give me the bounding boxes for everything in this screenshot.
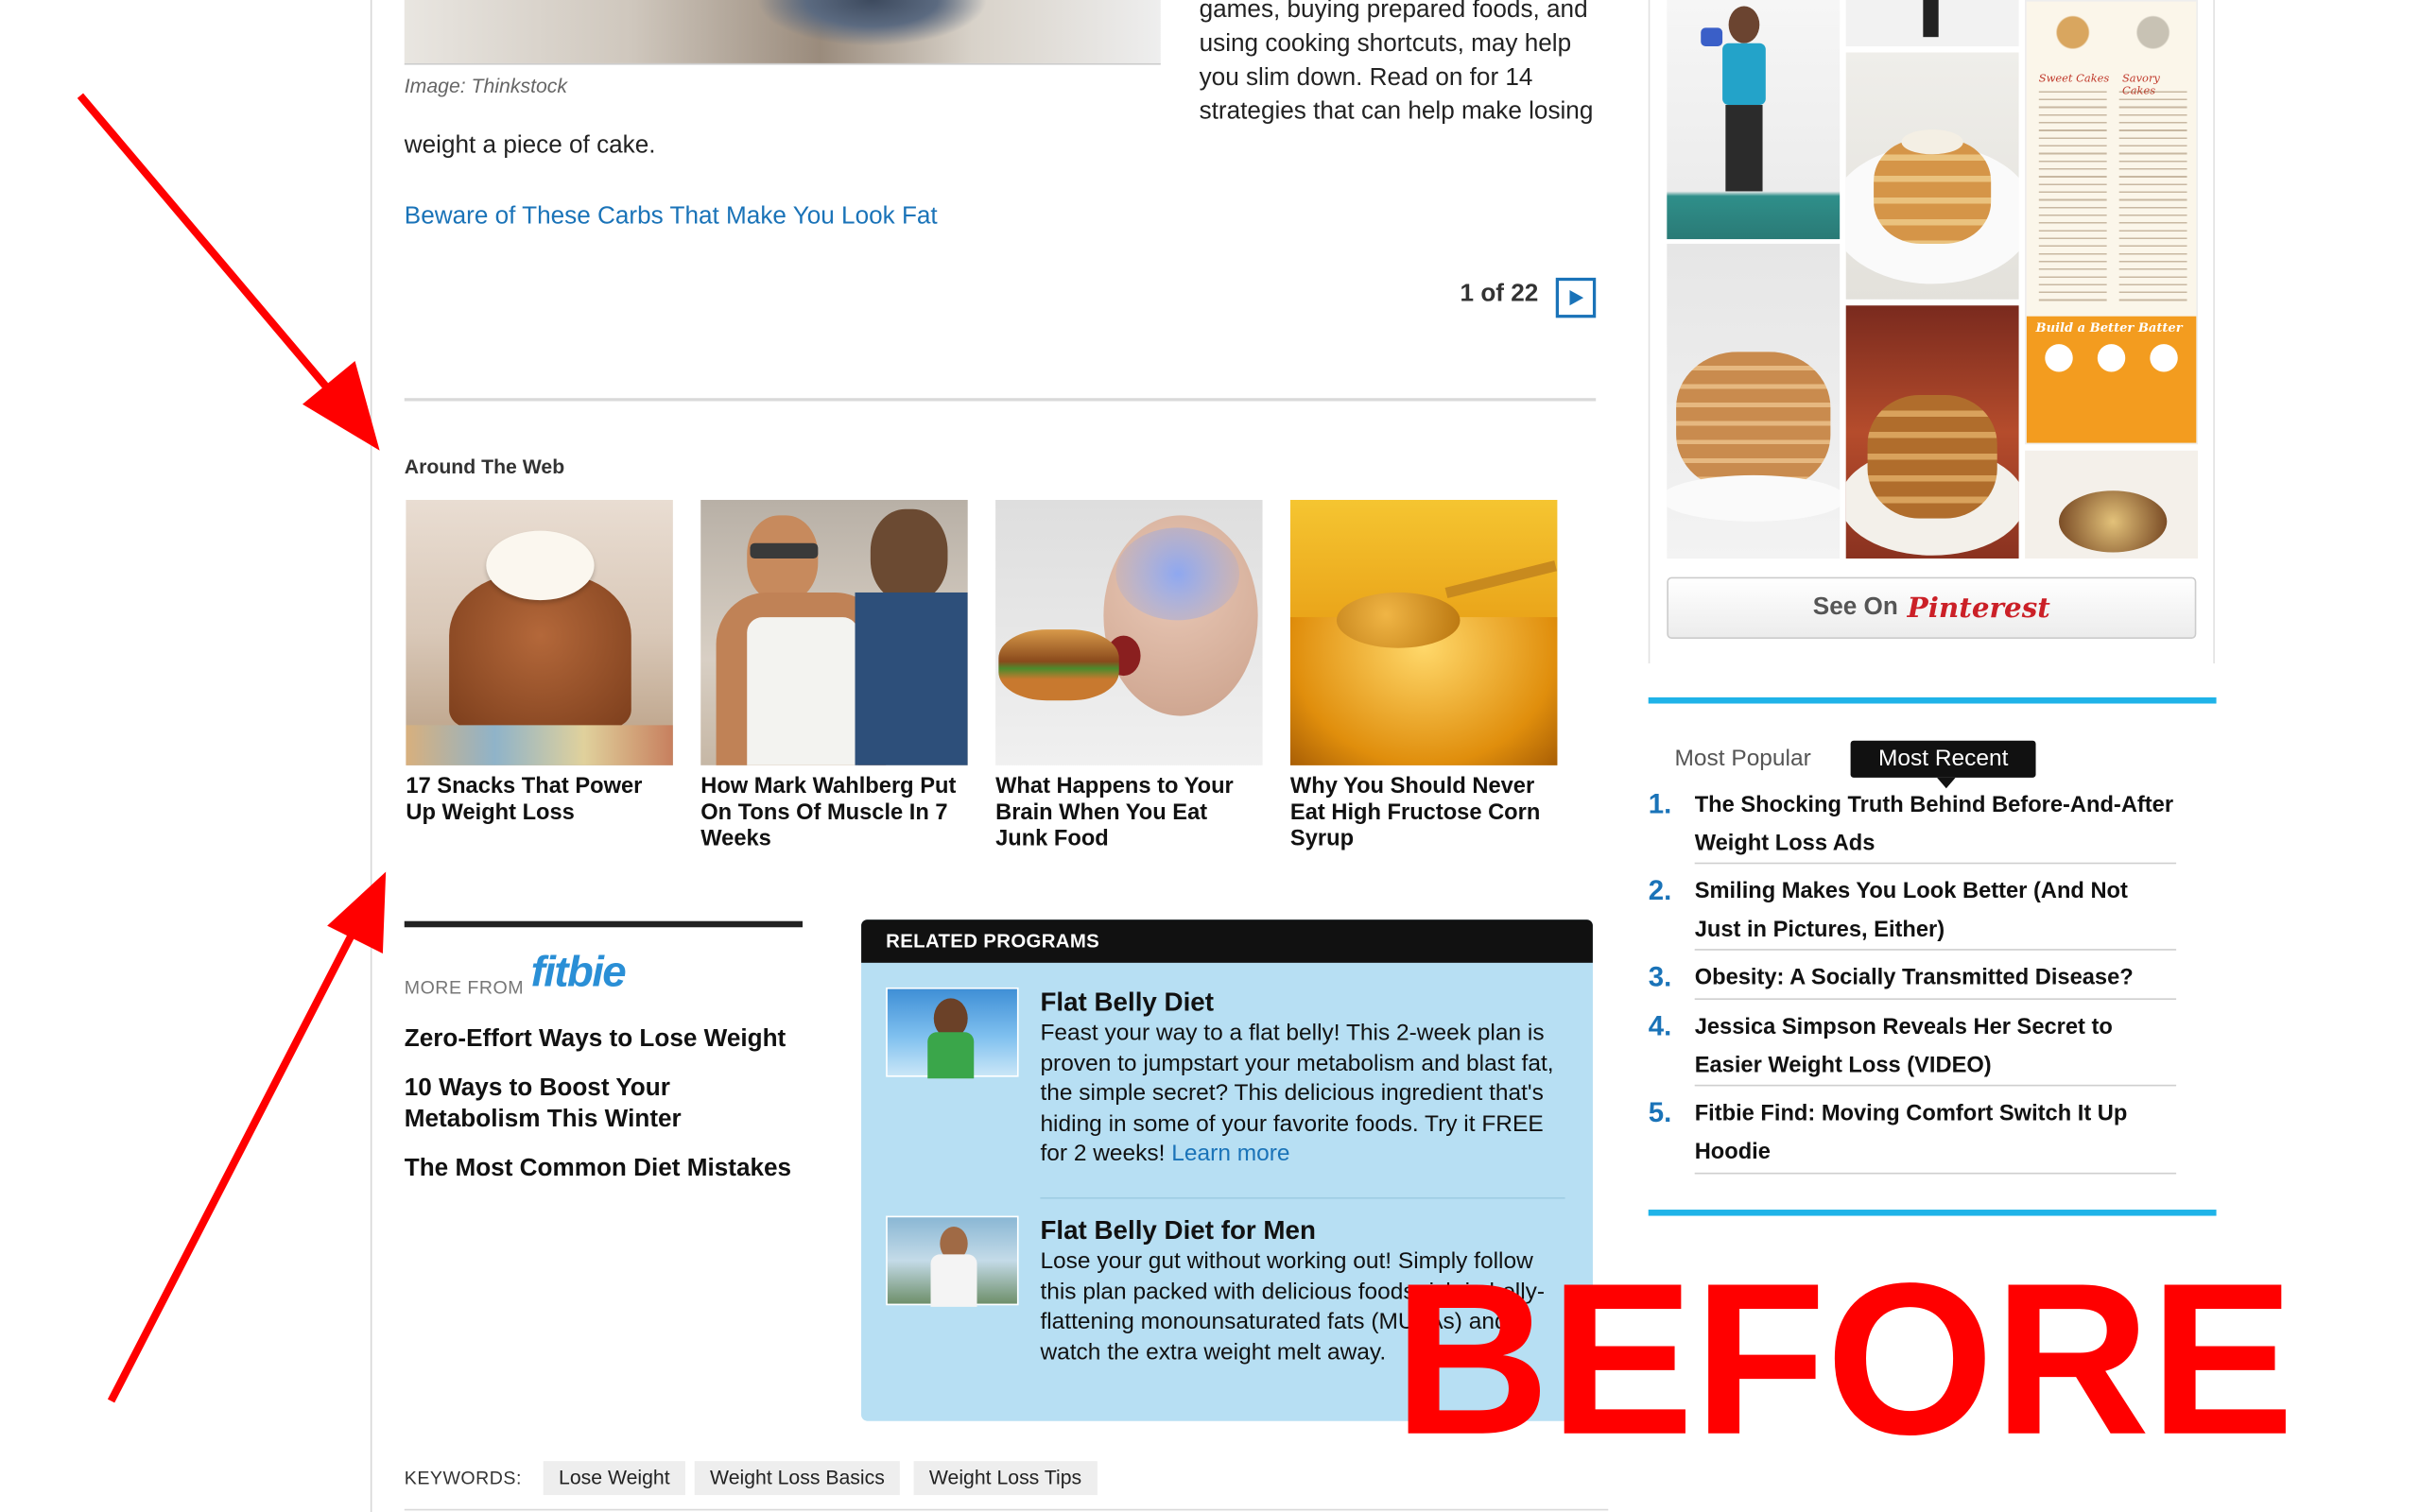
popular-item-number: 5. [1648,1096,1672,1128]
popular-item-link[interactable]: Jessica Simpson Reveals Her Secret to Ea… [1695,1009,2158,1087]
tab-most-popular[interactable]: Most Popular [1674,746,1810,772]
popular-top-rule [1648,696,2217,704]
upper-arrow-head [302,361,380,451]
atw-card-hfcs[interactable]: Why You Should Never Eat High Fructose C… [1289,499,1558,853]
popular-bottom-rule [1648,1210,2217,1216]
popular-item-divider [1694,862,2177,865]
before-annotation-label: BEFORE [1393,1237,2294,1480]
image-caption: Image: Thinkstock [404,74,568,97]
infographic-batter-label: Build a Better Batter [2035,318,2183,335]
more-from-label: MORE FROM [404,976,525,999]
article-text-tail: weight a piece of cake. [404,132,656,160]
popular-item-divider [1694,949,2177,951]
keywords-label: KEYWORDS: [404,1467,522,1489]
fitbie-link-metabolism[interactable]: 10 Ways to Boost Your Metabolism This Wi… [405,1074,744,1135]
popular-item-divider [1694,1084,2177,1087]
pin-syrup-pancakes-image[interactable] [1845,305,2019,559]
play-arrow-icon [1569,289,1584,306]
keyword-tag[interactable]: Lose Weight [543,1461,685,1496]
atw-card-snacks[interactable]: 17 Snacks That Power Up Weight Loss [406,499,673,827]
more-from-divider [404,920,804,928]
popular-item-number: 1. [1648,788,1672,819]
pin-carrot-cake-pancakes-image[interactable] [1845,52,2019,300]
program-description-text: Feast your way to a flat belly! This 2-w… [1040,1020,1554,1167]
atw-card-label: What Happens to Your Brain When You Eat … [995,774,1234,852]
carbs-article-link[interactable]: Beware of These Carbs That Make You Look… [405,204,938,232]
related-programs-title: RELATED PROGRAMS [861,919,1593,963]
atw-card-label: 17 Snacks That Power Up Weight Loss [406,774,643,826]
infographic-sweet-label: Sweet Cakes [2038,72,2110,85]
pin-workout-image[interactable] [1667,0,1841,240]
popular-item-link[interactable]: Fitbie Find: Moving Comfort Switch It Up… [1695,1095,2142,1173]
hero-image-detail [756,0,988,46]
flat-belly-thumbnail[interactable] [886,987,1019,1079]
pin-pancake-infographic[interactable]: Sweet Cakes Savory Cakes Build a Better … [2025,0,2198,445]
program-divider [1040,1196,1565,1199]
sidebar-box-right-border [2213,0,2215,664]
program-title[interactable]: Flat Belly Diet [1040,988,1214,1019]
pinterest-board-grid: Sweet Cakes Savory Cakes Build a Better … [1667,0,2198,559]
program-description: Feast your way to a flat belly! This 2-w… [1040,1019,1564,1169]
atw-card-label: Why You Should Never Eat High Fructose C… [1289,774,1541,852]
fitbie-link-zero-effort[interactable]: Zero-Effort Ways to Lose Weight [405,1024,786,1056]
popular-item-number: 2. [1648,874,1672,906]
pin-partial-image[interactable] [1845,0,2019,46]
program-title[interactable]: Flat Belly Diet for Men [1040,1216,1315,1247]
slide-pager-count: 1 of 22 [1460,281,1539,307]
fitbie-link-diet-mistakes[interactable]: The Most Common Diet Mistakes [405,1154,791,1185]
see-on-pinterest-button[interactable]: See On Pinterest [1667,576,2197,639]
section-divider [404,398,1597,402]
learn-more-link[interactable]: Learn more [1171,1141,1289,1167]
atw-card-wahlberg[interactable]: How Mark Wahlberg Put On Tons Of Muscle … [700,499,968,853]
article-text-line: strategies that can help make losing [1199,98,1594,126]
tab-most-recent[interactable]: Most Recent [1850,740,2036,778]
content-left-border [370,0,372,1512]
brain-junkfood-thumbnail [995,499,1263,765]
see-on-label: See On [1812,593,1898,621]
next-slide-button[interactable] [1555,277,1597,318]
wahlberg-thumbnail [700,499,968,765]
atw-card-label: How Mark Wahlberg Put On Tons Of Muscle … [700,774,957,852]
popular-item-link[interactable]: Smiling Makes You Look Better (And Not J… [1695,873,2158,951]
pin-dessert-image[interactable] [2025,450,2198,559]
flat-belly-men-thumbnail[interactable] [886,1215,1019,1307]
keyword-tag[interactable]: Weight Loss Basics [694,1461,901,1496]
popular-item-divider [1694,998,2177,1000]
keywords-divider [404,1508,1609,1511]
lower-arrow-shaft [107,908,368,1403]
article-text-column: games, buying prepared foods, and using … [1200,0,1616,129]
popular-item-link[interactable]: The Shocking Truth Behind Before-And-Aft… [1695,787,2188,865]
fitbie-logo[interactable]: fitbie [531,947,627,996]
pin-pancake-stack-image[interactable] [1667,243,1841,559]
keyword-tag[interactable]: Weight Loss Tips [913,1461,1098,1496]
article-text-line: you slim down. Read on for 14 [1199,64,1533,92]
honey-thumbnail [1289,499,1558,765]
atw-card-brain[interactable]: What Happens to Your Brain When You Eat … [995,499,1263,853]
popular-item-number: 3. [1648,961,1672,992]
lower-arrow-head [327,871,387,954]
popular-item-number: 4. [1648,1010,1672,1042]
pinterest-logo: Pinterest [1907,592,2050,625]
sidebar-box-left-border [1648,0,1651,664]
article-text-line: using cooking shortcuts, may help [1199,30,1572,58]
around-the-web-title: Around The Web [404,455,565,479]
popular-item-link[interactable]: Obesity: A Socially Transmitted Disease? [1695,960,2188,999]
article-text-line: games, buying prepared foods, and [1199,0,1588,24]
popular-item-divider [1694,1172,2177,1175]
muffin-thumbnail [406,499,673,765]
upper-arrow-shaft [77,93,353,417]
